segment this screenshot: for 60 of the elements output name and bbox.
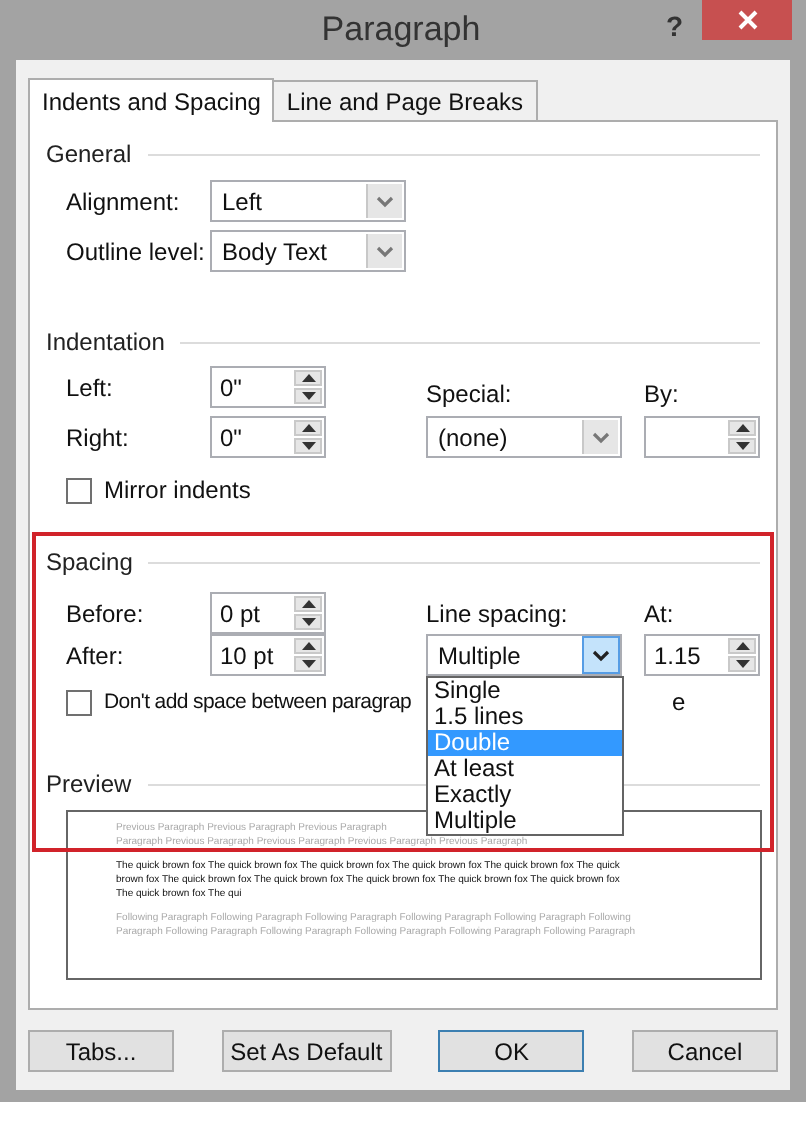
down-arrow-icon [301,618,315,626]
up-arrow-icon [735,642,749,650]
spin-field[interactable]: 0" [210,416,326,458]
checkbox-label: Mirror indents [104,476,251,504]
field-label: By: [644,380,681,408]
dialog-button[interactable]: Set As Default [221,1030,392,1072]
list-option[interactable]: At least [428,756,622,782]
field-label: Before: [66,599,146,627]
dialog-button[interactable]: OK [438,1030,585,1072]
up-arrow-icon [735,424,749,432]
down-arrow-icon [735,660,749,668]
up-arrow-icon [301,374,315,382]
spin-field[interactable]: 1.15 [644,634,760,676]
up-arrow-icon [301,642,315,650]
spin-field[interactable]: 0 pt [210,592,326,634]
help-button[interactable]: ? [666,10,684,42]
down-arrow-icon [301,660,315,668]
list-option[interactable]: Single [428,678,622,704]
field-label: Special: [426,380,514,408]
down-arrow-icon [301,442,315,450]
chevron-down-icon [592,431,610,443]
section-heading: Spacing [46,548,133,576]
field-label: Right: [66,423,131,451]
up-arrow-icon [301,424,315,432]
checkbox[interactable] [66,689,92,715]
spin-field[interactable]: 10 pt [210,634,326,676]
close-icon [737,10,757,30]
section-heading: General [46,140,132,168]
field-label: Left: [66,373,115,401]
dropdown-field[interactable]: Left [210,180,406,222]
down-arrow-icon [301,392,315,400]
chevron-down-icon [376,195,394,207]
dropdown-field[interactable]: (none) [426,416,622,458]
dialog-button[interactable]: Tabs... [28,1030,174,1072]
dialog-button[interactable]: Cancel [631,1030,778,1072]
up-arrow-icon [301,600,315,608]
close-button[interactable] [702,0,792,40]
checkbox[interactable] [66,477,92,503]
down-arrow-icon [735,442,749,450]
field-label: After: [66,641,126,669]
list-option[interactable]: 1.5 lines [428,704,622,730]
window-title: Paragraph [321,10,481,50]
field-label: At: [644,599,676,627]
tab[interactable]: Indents and Spacing [28,78,275,122]
tab[interactable]: Line and Page Breaks [272,80,538,120]
section-heading: Preview [46,770,132,798]
spin-field[interactable] [644,416,760,458]
section-heading: Indentation [46,328,165,356]
list-option[interactable]: Exactly [428,782,622,808]
dropdown-field[interactable]: Body Text [210,230,406,272]
chevron-down-icon [376,245,394,257]
checkbox-label: e [672,688,688,716]
field-label: Alignment: [66,187,182,215]
dropdown-field[interactable]: Multiple [426,634,622,676]
field-label: Line spacing: [426,599,570,627]
checkbox-label: Don't add space between paragrap [104,690,412,714]
list-option[interactable]: Multiple [428,808,622,834]
chevron-down-icon [592,649,610,661]
field-label: Outline level: [66,237,207,265]
spin-field[interactable]: 0" [210,366,326,408]
